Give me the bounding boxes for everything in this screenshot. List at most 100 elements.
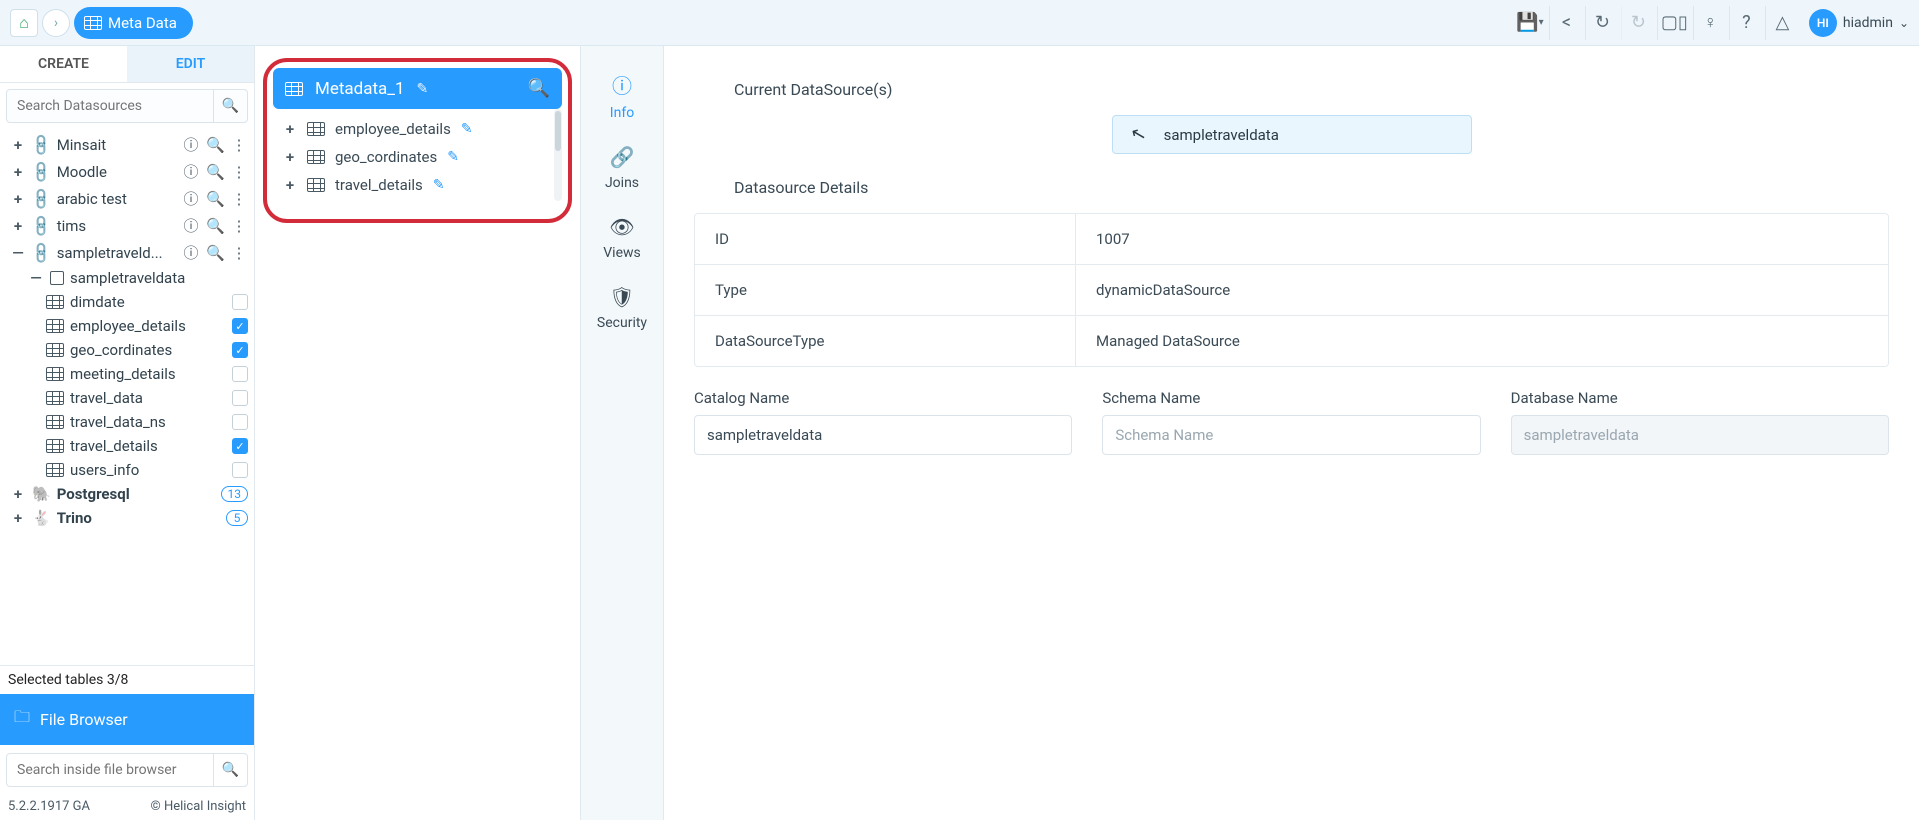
table-checkbox[interactable]	[232, 294, 248, 310]
notifications-icon[interactable]: △	[1765, 6, 1799, 40]
database-name-label: Database Name	[1511, 389, 1889, 407]
details-row: ID1007	[695, 214, 1888, 264]
more-icon[interactable]: ⋮	[230, 190, 248, 208]
home-button[interactable]: ⌂	[10, 9, 38, 37]
metadata-table-label: geo_cordinates	[335, 148, 437, 166]
datasource-row[interactable]: +🐇Trino5	[0, 506, 254, 530]
selection-summary: Selected tables 3/8	[0, 665, 254, 694]
edit-icon[interactable]: ✎	[461, 121, 473, 137]
table-row[interactable]: geo_cordinates	[0, 338, 254, 362]
table-checkbox[interactable]	[232, 342, 248, 358]
catalog-name-input[interactable]	[694, 415, 1072, 455]
edit-icon[interactable]: ✎	[447, 149, 459, 165]
table-icon	[46, 463, 64, 477]
info-icon: ⓘ	[612, 70, 632, 99]
table-label: users_info	[70, 461, 139, 479]
magnifier-icon[interactable]: 🔍	[206, 163, 224, 181]
help-icon[interactable]: ?	[1729, 6, 1763, 40]
metadata-header[interactable]: Metadata_1 ✎ 🔍	[273, 68, 562, 109]
info-icon[interactable]: ⓘ	[182, 188, 200, 209]
save-dropdown-icon[interactable]: 💾▾	[1513, 6, 1547, 40]
search-icon[interactable]: 🔍	[213, 754, 247, 786]
datasource-list: +🔗Minsaitⓘ🔍⋮ +🔗Moodleⓘ🔍⋮ +🔗arabic testⓘ🔍…	[0, 129, 254, 665]
table-row[interactable]: travel_details	[0, 434, 254, 458]
share-icon[interactable]: <	[1549, 6, 1583, 40]
table-row[interactable]: dimdate	[0, 290, 254, 314]
table-checkbox[interactable]	[232, 366, 248, 382]
breadcrumb-label: Meta Data	[108, 14, 177, 32]
magnifier-icon[interactable]: 🔍	[206, 244, 224, 262]
datasource-row[interactable]: +🔗Moodleⓘ🔍⋮	[0, 158, 254, 185]
vnav-joins[interactable]: 🔗Joins	[581, 133, 663, 203]
table-icon	[307, 150, 325, 164]
vertical-nav: ⓘInfo 🔗Joins 👁Views 🛡Security	[580, 46, 664, 820]
table-row[interactable]: users_info	[0, 458, 254, 482]
table-checkbox[interactable]	[232, 438, 248, 454]
schema-name-input[interactable]	[1102, 415, 1480, 455]
tab-create[interactable]: CREATE	[0, 46, 127, 82]
table-checkbox[interactable]	[232, 414, 248, 430]
count-badge: 13	[221, 486, 249, 502]
metadata-table-row[interactable]: +employee_details✎	[277, 115, 558, 143]
datasource-row[interactable]: +🔗timsⓘ🔍⋮	[0, 212, 254, 239]
refresh-disabled-icon: ↻	[1621, 6, 1655, 40]
link-icon: 🔗	[28, 240, 54, 266]
datasource-row[interactable]: +🔗Minsaitⓘ🔍⋮	[0, 131, 254, 158]
table-row[interactable]: employee_details	[0, 314, 254, 338]
top-bar: ⌂ › Meta Data 💾▾ < ↻ ↻ ▢▯ ♀ ? △ HI hiadm…	[0, 0, 1919, 46]
breadcrumb-current[interactable]: Meta Data	[74, 7, 193, 39]
magnifier-icon[interactable]: 🔍	[206, 217, 224, 235]
vnav-security[interactable]: 🛡Security	[581, 273, 663, 343]
datasource-row[interactable]: +🐘Postgresql13	[0, 482, 254, 506]
folder-icon: 🗀	[14, 706, 30, 733]
current-datasource-chip[interactable]: ↖ sampletraveldata	[1112, 115, 1472, 154]
search-datasources-input[interactable]	[7, 90, 213, 122]
catalog-name-label: Catalog Name	[694, 389, 1072, 407]
table-row[interactable]: travel_data	[0, 386, 254, 410]
user-menu[interactable]: HI hiadmin ⌄	[1809, 9, 1909, 37]
table-icon	[307, 178, 325, 192]
link-icon: 🔗	[28, 186, 54, 212]
refresh-icon[interactable]: ↻	[1585, 6, 1619, 40]
magnifier-icon[interactable]: 🔍	[206, 190, 224, 208]
metadata-table-row[interactable]: +geo_cordinates✎	[277, 143, 558, 171]
info-icon[interactable]: ⓘ	[182, 215, 200, 236]
details-row: TypedynamicDataSource	[695, 264, 1888, 315]
info-icon[interactable]: ⓘ	[182, 134, 200, 155]
panel-icon[interactable]: ▢▯	[1657, 6, 1691, 40]
scrollbar[interactable]	[554, 109, 562, 201]
schema-icon	[50, 271, 64, 285]
more-icon[interactable]: ⋮	[230, 244, 248, 262]
tab-edit[interactable]: EDIT	[127, 46, 254, 82]
table-checkbox[interactable]	[232, 318, 248, 334]
table-row[interactable]: meeting_details	[0, 362, 254, 386]
database-name-input	[1511, 415, 1889, 455]
table-row[interactable]: travel_data_ns	[0, 410, 254, 434]
info-icon[interactable]: ⓘ	[182, 161, 200, 182]
more-icon[interactable]: ⋮	[230, 217, 248, 235]
info-icon[interactable]: ⓘ	[182, 242, 200, 263]
username: hiadmin	[1843, 15, 1893, 31]
metadata-table-row[interactable]: +travel_details✎	[277, 171, 558, 199]
search-files-input[interactable]	[7, 754, 213, 786]
chevron-down-icon: ⌄	[1899, 16, 1909, 30]
edit-icon[interactable]: ✎	[433, 177, 445, 193]
schema-row[interactable]: —sampletraveldata	[0, 266, 254, 290]
magnifier-icon[interactable]: 🔍	[206, 136, 224, 154]
schema-label: sampletraveldata	[70, 269, 185, 287]
vnav-views[interactable]: 👁Views	[581, 203, 663, 273]
table-checkbox[interactable]	[232, 390, 248, 406]
hint-icon[interactable]: ♀	[1693, 6, 1727, 40]
datasource-row[interactable]: +🔗arabic testⓘ🔍⋮	[0, 185, 254, 212]
table-checkbox[interactable]	[232, 462, 248, 478]
more-icon[interactable]: ⋮	[230, 163, 248, 181]
datasource-label: tims	[57, 217, 86, 235]
details-key: Type	[695, 265, 1075, 315]
more-icon[interactable]: ⋮	[230, 136, 248, 154]
search-icon[interactable]: 🔍	[528, 78, 550, 99]
edit-icon[interactable]: ✎	[417, 81, 429, 97]
vnav-info[interactable]: ⓘInfo	[581, 58, 663, 133]
datasource-row-open[interactable]: —🔗sampletraveld...ⓘ🔍⋮	[0, 239, 254, 266]
file-browser-button[interactable]: 🗀 File Browser	[0, 694, 254, 745]
search-icon[interactable]: 🔍	[213, 90, 247, 122]
